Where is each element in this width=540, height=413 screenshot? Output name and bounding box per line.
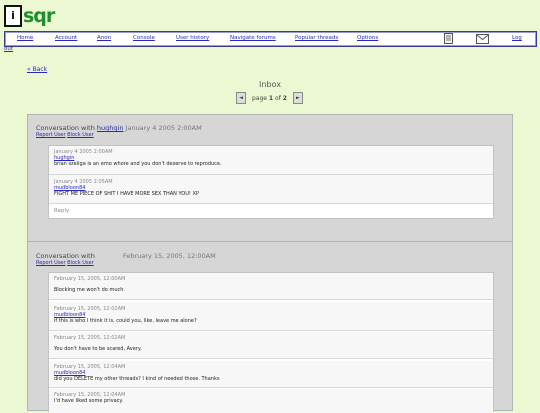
nav-navigate-forums-link[interactable]: Navigate forums [230, 35, 276, 41]
message-text: if this is who I think it is, could you,… [54, 318, 197, 324]
nav-options-link[interactable]: Options [357, 35, 378, 41]
message-date: February 15, 2005, 12:02AM [54, 335, 126, 341]
conversation-title: Conversation with [36, 252, 95, 260]
logo-text: sqr [23, 5, 55, 27]
message-item: January 4 2005 2:05AM mudbloon84 FIGHT M… [49, 175, 493, 204]
message-list: February 15, 2005, 12:00AM Blocking me w… [48, 272, 494, 413]
page-indicator: page 1 of 2 [252, 95, 287, 102]
page-current: 1 [268, 94, 274, 102]
message-text: FIGHT ME PIECE OF SHIT I HAVE MORE SEX T… [54, 191, 199, 197]
nav-logout-link[interactable]: Log [512, 35, 522, 41]
document-icon[interactable] [444, 33, 453, 44]
nav-account-link[interactable]: Account [55, 35, 77, 41]
nav-anon-link[interactable]: Anon [97, 35, 111, 41]
page-label: page [252, 94, 267, 102]
mail-icon[interactable] [476, 34, 489, 44]
inbox-title: Inbox [259, 80, 281, 89]
message-text: You don't have to be scared, Avery. [54, 346, 142, 352]
message-text: I'd have liked some privacy. [54, 398, 124, 404]
nav-console-link[interactable]: Console [133, 35, 155, 41]
message-item: January 4 2005 2:00AM hughgin brian szel… [49, 146, 493, 175]
conversation-actions: Report User Block User [36, 132, 94, 138]
site-logo[interactable]: i sqr [4, 4, 55, 28]
conversation-actions: Report User Block User [36, 260, 94, 266]
nav-popular-threads-link[interactable]: Popular threads [295, 35, 338, 41]
reply-button[interactable]: Reply [54, 208, 69, 214]
message-item: February 15, 2005, 12:04AM I'd have like… [49, 389, 493, 413]
nav-logout-link-wrap[interactable]: out [4, 46, 13, 52]
conversation-header: Conversation with hughgin January 4 2005… [36, 124, 202, 132]
conversation-date: January 4 2005 2:00AM [125, 124, 202, 132]
message-text: brian szeliga is an emo whore and you do… [54, 161, 222, 167]
message-text: Blocking me won't do much. [54, 287, 125, 293]
back-link[interactable]: « Back [27, 66, 47, 73]
next-page-button[interactable]: ► [292, 92, 303, 104]
prev-page-button[interactable]: ◄ [236, 92, 246, 104]
main-navbar: Home Account Anon Console User history N… [4, 31, 537, 47]
report-user-link[interactable]: Report User [36, 132, 66, 138]
pagination: ◄ page 1 of 2 ► [236, 91, 303, 105]
message-item: February 15, 2005, 12:00AM Blocking me w… [49, 273, 493, 300]
conversation-panel: Conversation with February 15, 2005, 12:… [27, 241, 513, 413]
block-user-link[interactable]: Block User [67, 132, 94, 138]
message-text: did you DELETE my other threads? I kind … [54, 376, 220, 382]
nav-home-link[interactable]: Home [17, 35, 33, 41]
logo-box: i [4, 5, 22, 27]
conversation-partner-link[interactable]: hughgin [97, 124, 124, 132]
report-user-link[interactable]: Report User [36, 260, 66, 266]
conversation-title: Conversation with [36, 124, 95, 132]
page-total: 2 [282, 94, 287, 102]
block-user-link[interactable]: Block User [67, 260, 94, 266]
message-date: February 15, 2005, 12:00AM [54, 276, 126, 282]
message-item: February 15, 2005, 12:04AM mudbloon84 di… [49, 361, 493, 388]
conversation-date: February 15, 2005, 12:00AM [123, 252, 216, 260]
message-item: February 15, 2005, 12:02AM You don't hav… [49, 332, 493, 359]
conversation-header: Conversation with February 15, 2005, 12:… [36, 252, 216, 260]
message-item: February 15, 2005, 12:02AM mudbloon84 if… [49, 302, 493, 331]
message-list: January 4 2005 2:00AM hughgin brian szel… [48, 145, 494, 219]
page-of-label: of [275, 94, 281, 102]
nav-user-history-link[interactable]: User history [176, 35, 209, 41]
conversation-panel: Conversation with hughgin January 4 2005… [27, 114, 513, 256]
